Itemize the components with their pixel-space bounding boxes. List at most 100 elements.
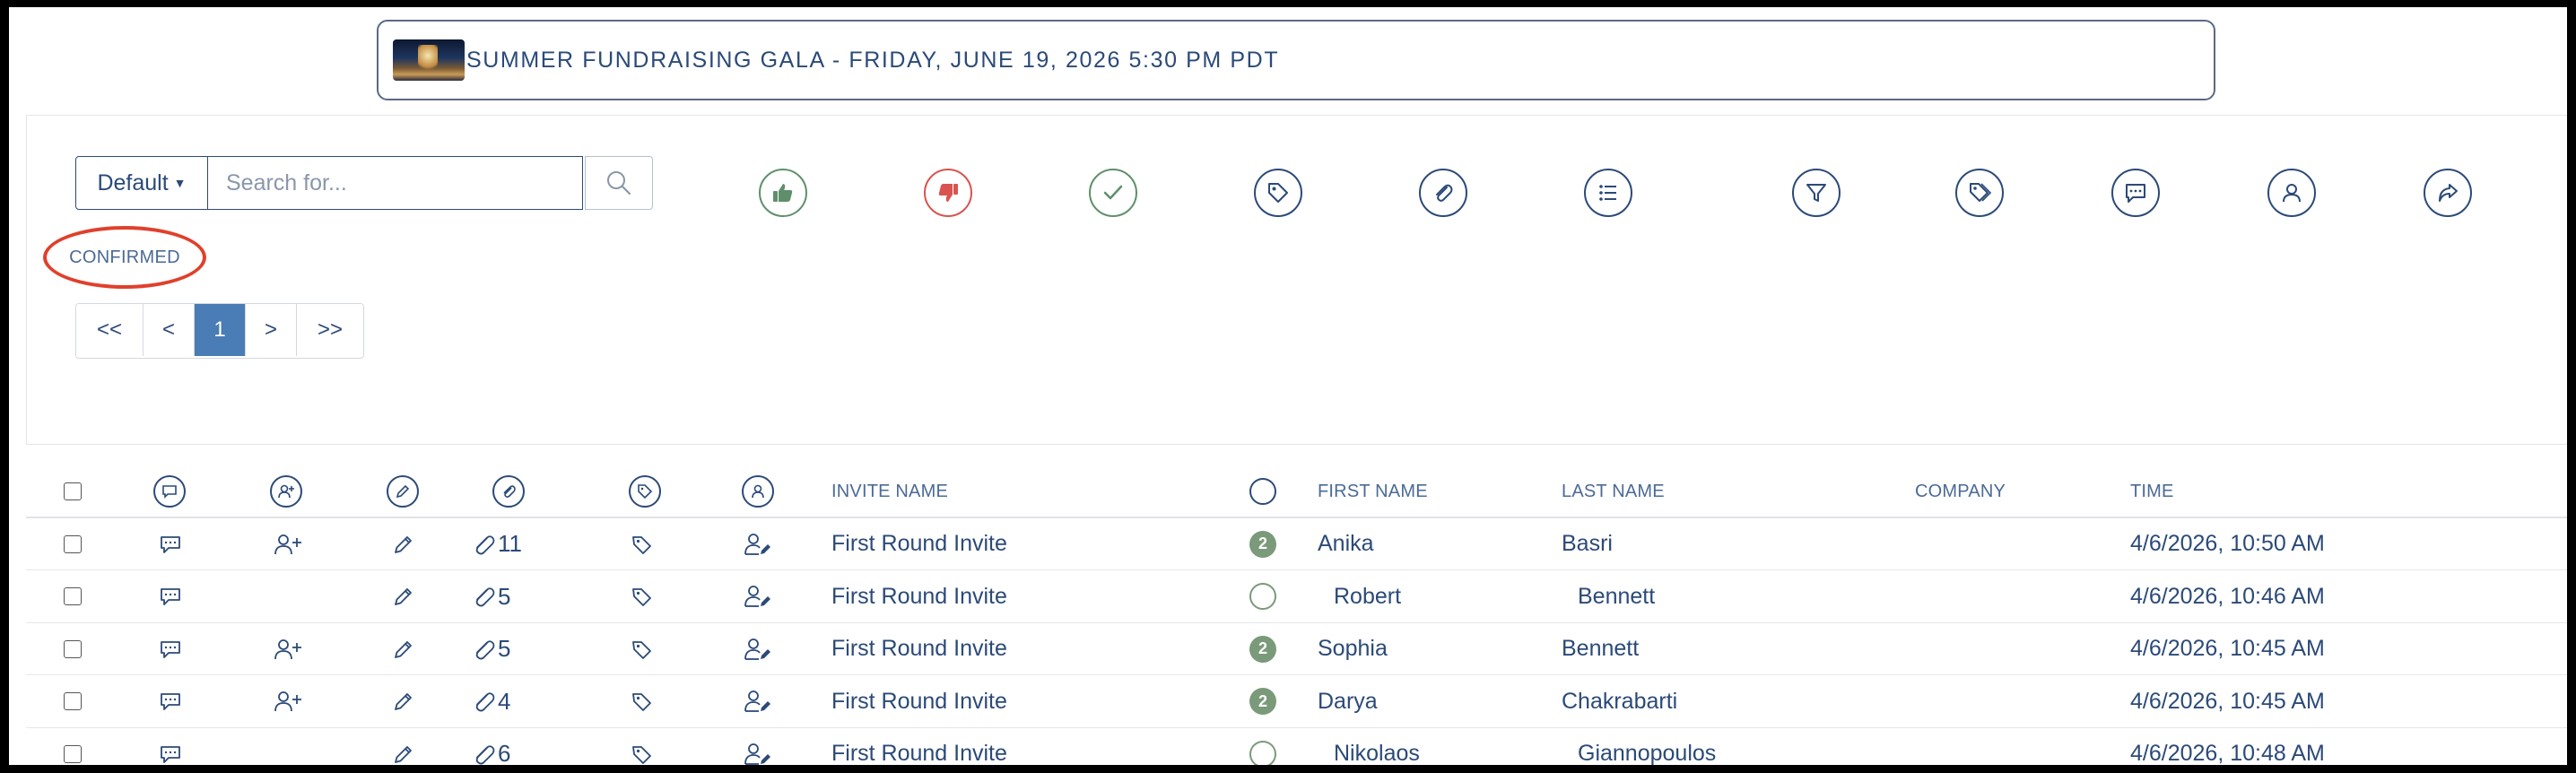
status-empty-circle-icon <box>1249 583 1276 610</box>
col-invite-name-header[interactable]: INVITE NAME <box>831 466 948 517</box>
row-edit-cell[interactable] <box>392 571 415 622</box>
row-comment-cell[interactable] <box>159 676 182 727</box>
filter-button[interactable] <box>1792 169 1841 217</box>
attach-button[interactable] <box>1419 169 1467 217</box>
row-attachments-cell[interactable]: 5 <box>471 623 510 674</box>
row-assign-cell[interactable] <box>744 623 772 674</box>
row-status-cell[interactable]: 2 <box>1249 623 1276 674</box>
col-status-header[interactable] <box>1249 466 1276 517</box>
user-button[interactable] <box>2267 169 2316 217</box>
col-edit-header[interactable] <box>387 466 419 517</box>
col-last-name-header[interactable]: LAST NAME <box>1562 466 1665 517</box>
pencil-icon <box>395 535 412 553</box>
pencil-icon <box>387 475 419 508</box>
row-status-cell[interactable]: 2 <box>1249 676 1276 727</box>
row-status-cell[interactable] <box>1249 571 1276 622</box>
add-user-icon <box>274 691 301 712</box>
pager-prev-button[interactable]: < <box>144 304 195 356</box>
row-tag-cell[interactable] <box>631 728 654 765</box>
decline-button[interactable] <box>924 169 972 217</box>
row-checkbox[interactable] <box>64 639 82 658</box>
confirm-button[interactable] <box>1089 169 1137 217</box>
row-invite-name[interactable]: First Round Invite <box>831 623 1007 674</box>
row-attachments-cell[interactable]: 11 <box>471 518 522 569</box>
add-user-icon <box>270 475 302 508</box>
user-edit-icon <box>744 638 770 660</box>
row-checkbox[interactable] <box>64 587 82 605</box>
row-add-guest-cell[interactable] <box>274 518 302 569</box>
col-first-name-header[interactable]: FIRST NAME <box>1318 466 1428 517</box>
pager-page-1-button[interactable]: 1 <box>195 304 246 356</box>
row-edit-cell[interactable] <box>392 623 415 674</box>
row-tag-cell[interactable] <box>631 518 654 569</box>
col-add-guest-header[interactable] <box>270 466 302 517</box>
row-assign-cell[interactable] <box>744 571 772 622</box>
row-checkbox[interactable] <box>64 692 82 710</box>
row-comment-cell[interactable] <box>159 571 182 622</box>
search-button[interactable] <box>585 156 653 210</box>
tag-icon <box>632 640 651 659</box>
tag-button[interactable] <box>1254 169 1302 217</box>
row-edit-cell[interactable] <box>392 676 415 727</box>
table-row[interactable]: 5 First Round Invite 2 Sophia Bennett 4/… <box>26 623 2567 675</box>
tags-button[interactable] <box>1955 169 2004 217</box>
row-comment-cell[interactable] <box>159 728 182 765</box>
search-input[interactable] <box>208 156 583 210</box>
status-circle-icon <box>1249 478 1276 505</box>
row-attachments-cell[interactable]: 5 <box>471 571 510 622</box>
pager-first-button[interactable]: << <box>76 304 144 356</box>
event-title: SUMMER FUNDRAISING GALA - FRIDAY, JUNE 1… <box>466 47 1280 73</box>
row-checkbox[interactable] <box>64 534 82 553</box>
pager-last-button[interactable]: >> <box>297 304 363 356</box>
row-add-guest-cell[interactable] <box>274 623 302 674</box>
approve-button[interactable] <box>759 169 807 217</box>
row-comment-cell[interactable] <box>159 623 182 674</box>
select-all-cell <box>64 466 82 517</box>
status-filter-label[interactable]: CONFIRMED <box>43 226 206 289</box>
row-attachments-cell[interactable]: 6 <box>471 728 510 765</box>
status-count-badge: 2 <box>1249 688 1276 715</box>
row-assign-cell[interactable] <box>744 518 772 569</box>
row-checkbox[interactable] <box>64 744 82 763</box>
table-row[interactable]: 11 First Round Invite 2 Anika Basri 4/6/… <box>26 518 2567 570</box>
pager-next-button[interactable]: > <box>246 304 297 356</box>
row-last-name: Giannopoulos <box>1578 741 1717 765</box>
col-attachments-header[interactable] <box>492 466 525 517</box>
col-comment-header[interactable] <box>153 466 186 517</box>
row-invite-name[interactable]: First Round Invite <box>831 676 1007 727</box>
comment-button[interactable] <box>2111 169 2160 217</box>
comment-icon <box>161 693 180 710</box>
row-select-cell <box>64 518 82 569</box>
row-attachments-cell[interactable]: 4 <box>471 676 510 727</box>
row-invite-name[interactable]: First Round Invite <box>831 518 1007 569</box>
row-assign-cell[interactable] <box>744 728 772 765</box>
table-row[interactable]: 5 First Round Invite Robert Bennett 4/6/… <box>26 571 2567 623</box>
search-group: Default ▼ <box>75 156 653 210</box>
row-edit-cell[interactable] <box>392 518 415 569</box>
search-icon <box>607 171 631 195</box>
row-invite-name[interactable]: First Round Invite <box>831 728 1007 765</box>
user-icon <box>742 475 774 508</box>
col-company-header[interactable]: COMPANY <box>1915 466 2006 517</box>
col-tags-header[interactable] <box>629 466 661 517</box>
row-first-name: Darya <box>1318 688 1378 714</box>
event-banner[interactable]: SUMMER FUNDRAISING GALA - FRIDAY, JUNE 1… <box>377 20 2215 100</box>
col-time-header[interactable]: TIME <box>2130 466 2174 517</box>
row-add-guest-cell[interactable] <box>274 676 302 727</box>
view-select[interactable]: Default ▼ <box>75 156 208 210</box>
row-comment-cell[interactable] <box>159 518 182 569</box>
row-tag-cell[interactable] <box>631 676 654 727</box>
row-tag-cell[interactable] <box>631 571 654 622</box>
share-button[interactable] <box>2424 169 2472 217</box>
table-row[interactable]: 6 First Round Invite Nikolaos Giannopoul… <box>26 728 2567 765</box>
row-assign-cell[interactable] <box>744 676 772 727</box>
col-user-header[interactable] <box>742 466 774 517</box>
row-edit-cell[interactable] <box>392 728 415 765</box>
table-row[interactable]: 4 First Round Invite 2 Darya Chakrabarti… <box>26 676 2567 728</box>
row-status-cell[interactable]: 2 <box>1249 518 1276 569</box>
row-status-cell[interactable] <box>1249 728 1276 765</box>
row-invite-name[interactable]: First Round Invite <box>831 571 1007 622</box>
select-all-checkbox[interactable] <box>64 482 82 500</box>
list-button[interactable] <box>1584 169 1632 217</box>
row-tag-cell[interactable] <box>631 623 654 674</box>
